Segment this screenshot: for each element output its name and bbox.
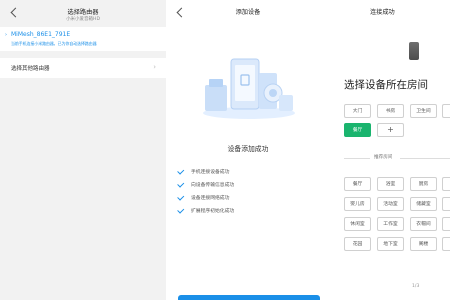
check-icon <box>178 181 185 188</box>
divider-line <box>400 158 450 159</box>
room-chip[interactable]: 书房 <box>377 104 404 118</box>
select-router-screen: 选择路由器 小米小爱音箱HD › MiMesh_86E1_791E 当前手机连接… <box>0 0 166 300</box>
step-label: 设备连接网络成功 <box>191 196 230 201</box>
room-chip[interactable]: 餐厅 <box>344 177 371 191</box>
room-chip[interactable]: 地下室 <box>377 237 404 251</box>
top-bar: 选择路由器 小米小爱音箱HD <box>0 0 166 30</box>
step-label: 扩展程序初始化成功 <box>191 209 235 214</box>
next-button[interactable] <box>178 295 320 300</box>
room-chip[interactable]: 工作室 <box>377 217 404 231</box>
page-title: 连接成功 <box>370 9 395 16</box>
check-icon <box>178 207 185 214</box>
speaker-device-icon <box>409 42 419 60</box>
room-chip[interactable]: 花园 <box>344 237 371 251</box>
router-item-mimesh[interactable]: › MiMesh_86E1_791E 当前手机连接小米路由器，已为你自动选择路由… <box>0 27 166 51</box>
router-hint: 当前手机连接小米路由器，已为你自动选择路由器 <box>11 41 97 46</box>
add-device-screen: 添加设备 设备添加成功 手机连接设备成功 向设备传输信息成功 设备连接网络成功 … <box>166 0 330 300</box>
progress-steps-list: 手机连接设备成功 向设备传输信息成功 设备连接网络成功 扩展程序初始化成功 <box>178 165 234 217</box>
room-chip[interactable]: 休闲室 <box>344 217 371 231</box>
room-chip-partial[interactable] <box>442 217 450 231</box>
room-chip-partial[interactable] <box>442 237 450 251</box>
room-chip-selected[interactable]: 餐厅 <box>344 123 371 137</box>
room-chip[interactable]: 储藏室 <box>410 197 437 211</box>
recommended-rooms-label: 推荐房间 <box>374 155 393 160</box>
room-chip[interactable]: 衣帽间 <box>410 217 437 231</box>
select-other-router-label: 选择其他路由器 <box>11 66 50 72</box>
success-message: 设备添加成功 <box>227 145 269 153</box>
page-indicator: 1/3 <box>412 284 420 289</box>
step-label: 向设备传输信息成功 <box>191 183 235 188</box>
devices-illustration-icon <box>203 58 295 119</box>
room-chip[interactable]: 浴室 <box>377 177 404 191</box>
top-bar: 添加设备 <box>166 0 330 30</box>
recommended-rooms-divider: 推荐房间 <box>330 154 450 162</box>
room-chip-partial[interactable] <box>442 197 450 211</box>
router-name: MiMesh_86E1_791E <box>11 31 71 38</box>
top-bar: 连接成功 <box>330 0 450 30</box>
room-chip-partial[interactable] <box>442 104 450 118</box>
check-icon <box>178 168 185 175</box>
list-item: 手机连接设备成功 <box>178 165 234 178</box>
list-item: 扩展程序初始化成功 <box>178 204 234 217</box>
room-chip[interactable]: 婴儿房 <box>344 197 371 211</box>
list-item: 设备连接网络成功 <box>178 191 234 204</box>
room-chip[interactable]: 卫生间 <box>410 104 437 118</box>
page-subtitle: 小米小爱音箱HD <box>66 17 100 22</box>
list-item: 向设备传输信息成功 <box>178 178 234 191</box>
room-chip[interactable]: 活动室 <box>377 197 404 211</box>
chevron-right-icon: › <box>5 32 7 38</box>
room-chip[interactable]: 厨房 <box>410 177 437 191</box>
add-room-button[interactable]: + <box>377 123 404 137</box>
page-title: 添加设备 <box>235 9 261 16</box>
room-chip[interactable]: 阁楼 <box>410 237 437 251</box>
room-chip[interactable]: 大门 <box>344 104 371 118</box>
step-label: 手机连接设备成功 <box>191 170 230 175</box>
room-chip-partial[interactable] <box>442 177 450 191</box>
divider-line <box>344 158 370 159</box>
select-other-router-item[interactable]: 选择其他路由器 › <box>0 58 166 78</box>
page-title: 选择路由器 <box>67 9 99 16</box>
check-icon <box>178 194 185 201</box>
select-room-screen: 连接成功 选择设备所在房间 大门 书房 卫生间 餐厅 + 推荐房间 餐厅 浴室 … <box>330 0 450 300</box>
chevron-right-icon: › <box>153 63 156 71</box>
room-question: 选择设备所在房间 <box>344 79 428 91</box>
